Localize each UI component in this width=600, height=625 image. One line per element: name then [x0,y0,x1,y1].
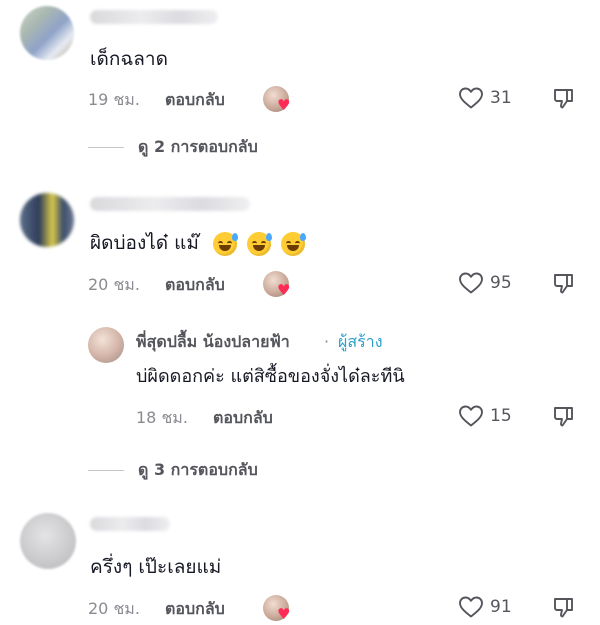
reply-time: 18 ชม. [136,408,188,427]
heart-icon: ♥ [277,96,291,114]
creator-avatar[interactable] [88,327,124,363]
thumbs-down-icon[interactable] [552,271,576,295]
reply-button[interactable]: ตอบกลับ [165,90,225,110]
creator-liked-badge: ♥ [263,271,293,301]
grinning-sweat-emoji [247,231,273,256]
reply-button[interactable]: ตอบกลับ [165,275,225,295]
commenter-avatar[interactable] [20,513,76,569]
view-replies-label: ดู 3 การตอบกลับ [138,460,258,479]
grinning-sweat-emoji [212,231,238,256]
commenter-avatar[interactable] [20,6,74,60]
comment: เด็กฉลาด 19 ชม. ตอบกลับ ♥ 31 ดู 2 การตอบ… [0,0,600,170]
heart-outline-icon [459,272,483,294]
commenter-name-blurred[interactable] [90,517,170,531]
like-count: 91 [490,597,512,617]
reply-button[interactable]: ตอบกลับ [165,599,225,619]
grinning-sweat-emoji [281,231,307,256]
creator-reply: พี่สุดปลื้ม น้องปลายฟ้า · ผู้สร้าง บ่ผิด… [0,325,600,435]
view-replies-button[interactable]: ดู 2 การตอบกลับ [88,135,258,160]
comment-text-content: ผิดบ่องได๋ แม๊ [90,232,199,254]
like-button[interactable]: 95 [458,271,518,297]
like-count: 15 [490,406,512,426]
like-button[interactable]: 91 [458,595,518,621]
comment-text: ครึ่งๆ เป๊ะเลยแม่ [90,556,222,578]
creator-liked-badge: ♥ [263,86,293,116]
like-count: 31 [490,88,512,108]
separator-dot: · [324,332,330,351]
comment-time: 19 ชม. [88,90,140,109]
comment: ครึ่งๆ เป๊ะเลยแม่ 20 ชม. ตอบกลับ ♥ 91 [0,505,600,625]
creator-name[interactable]: พี่สุดปลื้ม น้องปลายฟ้า [136,332,290,352]
heart-outline-icon [459,596,483,618]
reply-button[interactable]: ตอบกลับ [213,408,273,428]
commenter-name-blurred[interactable] [90,197,250,211]
commenter-name-blurred[interactable] [90,10,218,24]
commenter-avatar[interactable] [20,193,74,247]
thumbs-down-icon[interactable] [552,86,576,110]
heart-icon: ♥ [277,281,291,299]
view-replies-button[interactable]: ดู 3 การตอบกลับ [88,458,258,483]
creator-liked-badge: ♥ [263,595,293,625]
like-button[interactable]: 31 [458,86,518,112]
view-replies-label: ดู 2 การตอบกลับ [138,137,258,156]
heart-outline-icon [459,405,483,427]
like-count: 95 [490,273,512,293]
heart-outline-icon [459,87,483,109]
divider-line [88,470,124,471]
comment: ผิดบ่องได๋ แม๊ 20 ชม. ตอบกลับ ♥ 95 พี่สุ… [0,185,600,485]
comment-text: เด็กฉลาด [90,48,168,70]
comment-time: 20 ชม. [88,275,140,294]
divider-line [88,147,124,148]
comment-time: 20 ชม. [88,599,140,618]
thumbs-down-icon[interactable] [552,595,576,619]
creator-reply-text: บ่ผิดดอกค่ะ แต่สิซื้อของจั่งได๋ละทีนิ [136,366,405,387]
thumbs-down-icon[interactable] [552,404,576,428]
heart-icon: ♥ [277,605,291,623]
comment-text: ผิดบ่องได๋ แม๊ [90,231,307,256]
creator-badge: ผู้สร้าง [338,332,383,351]
like-button[interactable]: 15 [458,404,518,430]
